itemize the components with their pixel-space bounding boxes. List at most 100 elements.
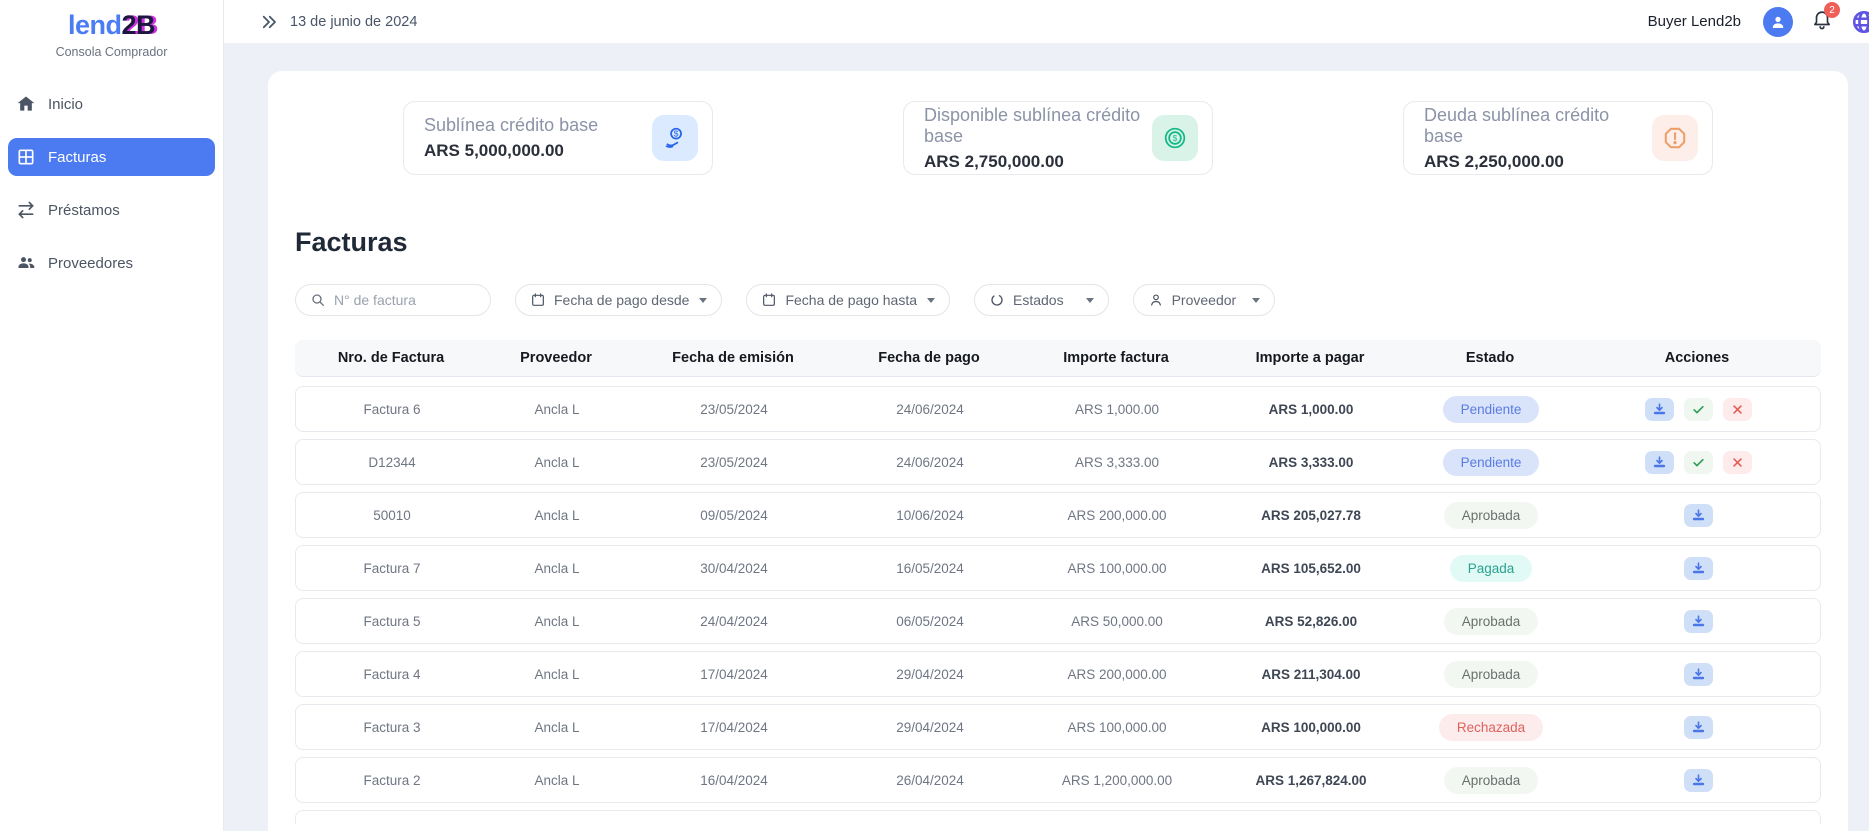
- approve-button[interactable]: [1684, 398, 1713, 421]
- topbar: 13 de junio de 2024 Buyer Lend2b 2: [224, 0, 1869, 44]
- download-button[interactable]: [1684, 610, 1713, 633]
- filter-label: Estados: [1013, 292, 1064, 308]
- download-button[interactable]: [1645, 451, 1674, 474]
- sidebar-menu: Inicio Facturas Préstamos Proveedores: [0, 85, 223, 282]
- download-icon: [1691, 773, 1706, 788]
- status-circle-icon: [989, 292, 1005, 308]
- status-badge: Aprobada: [1444, 502, 1539, 529]
- download-button[interactable]: [1645, 398, 1674, 421]
- payable-amount-cell: ARS 1,267,824.00: [1216, 773, 1406, 788]
- invoice-table-body: Factura 6 Ancla L 23/05/2024 24/06/2024 …: [295, 386, 1821, 824]
- filter-proveedor[interactable]: Proveedor: [1133, 284, 1276, 316]
- download-icon: [1691, 508, 1706, 523]
- status-badge: Pendiente: [1443, 449, 1540, 476]
- person-icon: [1769, 13, 1787, 31]
- column-header: Acciones: [1575, 350, 1819, 366]
- search-input[interactable]: [334, 292, 464, 308]
- sidebar-item-inicio[interactable]: Inicio: [8, 85, 215, 123]
- issue-date-cell: 23/05/2024: [626, 402, 842, 417]
- download-button[interactable]: [1684, 716, 1713, 739]
- brand-logo: lend2B Consola Comprador: [0, 0, 223, 59]
- approve-button[interactable]: [1684, 451, 1713, 474]
- row-actions: [1576, 504, 1820, 527]
- summary-card-debt: Deuda sublínea crédito base ARS 2,250,00…: [1403, 101, 1713, 175]
- row-actions: [1576, 610, 1820, 633]
- page-card: Sublínea crédito base ARS 5,000,000.00 $…: [268, 71, 1848, 831]
- reject-button[interactable]: [1723, 451, 1752, 474]
- due-date-cell: 24/06/2024: [842, 455, 1018, 470]
- current-date: 13 de junio de 2024: [290, 14, 417, 30]
- invoice-number-cell: Factura 2: [296, 773, 488, 788]
- column-header: Proveedor: [487, 350, 625, 366]
- invoice-number-cell: Factura 5: [296, 614, 488, 629]
- issue-date-cell: 23/05/2024: [626, 455, 842, 470]
- notifications-button[interactable]: 2: [1811, 8, 1833, 35]
- invoice-amount-cell: ARS 100,000.00: [1018, 720, 1216, 735]
- sidebar-item-proveedores[interactable]: Proveedores: [8, 244, 215, 282]
- provider-cell: Ancla L: [488, 720, 626, 735]
- row-actions: [1576, 557, 1820, 580]
- sidebar-item-prestamos[interactable]: Préstamos: [8, 191, 215, 229]
- table-header: Nro. de Factura Proveedor Fecha de emisi…: [295, 340, 1821, 377]
- sidebar-item-facturas[interactable]: Facturas: [8, 138, 215, 176]
- chevron-down-icon: [699, 298, 707, 303]
- issue-date-cell: 16/04/2024: [626, 773, 842, 788]
- summary-card-label: Sublínea crédito base: [424, 115, 652, 136]
- globe-icon[interactable]: [1851, 9, 1869, 35]
- invoice-number-cell: Factura 7: [296, 561, 488, 576]
- issue-date-cell: 09/05/2024: [626, 508, 842, 523]
- invoice-number-cell: D12344: [296, 455, 488, 470]
- download-button[interactable]: [1684, 504, 1713, 527]
- due-date-cell: 29/04/2024: [842, 667, 1018, 682]
- invoice-number-cell: Factura 4: [296, 667, 488, 682]
- sidebar-item-label: Facturas: [48, 149, 106, 166]
- user-name: Buyer Lend2b: [1648, 13, 1741, 30]
- reject-button[interactable]: [1723, 398, 1752, 421]
- summary-cards: Sublínea crédito base ARS 5,000,000.00 $…: [295, 101, 1821, 175]
- row-actions: [1576, 663, 1820, 686]
- brand-subtitle: Consola Comprador: [0, 45, 223, 59]
- filter-date-from[interactable]: Fecha de pago desde: [515, 284, 722, 316]
- chevron-down-icon: [927, 298, 935, 303]
- table-row: D12344 Ancla L 23/05/2024 24/06/2024 ARS…: [295, 439, 1821, 485]
- coins-icon: $: [1162, 125, 1188, 151]
- row-actions: [1576, 716, 1820, 739]
- user-avatar[interactable]: [1763, 7, 1793, 37]
- download-button[interactable]: [1684, 663, 1713, 686]
- column-header: Importe a pagar: [1215, 350, 1405, 366]
- filter-estados[interactable]: Estados: [974, 284, 1109, 316]
- check-icon: [1691, 402, 1706, 417]
- due-date-cell: 26/04/2024: [842, 773, 1018, 788]
- x-icon: [1730, 455, 1745, 470]
- download-icon: [1652, 402, 1667, 417]
- row-actions: [1576, 451, 1820, 474]
- provider-cell: Ancla L: [488, 667, 626, 682]
- double-chevron-right-icon[interactable]: [260, 13, 278, 31]
- check-icon: [1691, 455, 1706, 470]
- table-row: Factura 7 Ancla L 30/04/2024 16/05/2024 …: [295, 545, 1821, 591]
- filter-label: Fecha de pago desde: [554, 292, 689, 308]
- download-button[interactable]: [1684, 557, 1713, 580]
- people-icon: [16, 253, 36, 273]
- invoice-search[interactable]: [295, 284, 491, 316]
- row-actions: [1576, 398, 1820, 421]
- table-row: 50010 Ancla L 09/05/2024 10/06/2024 ARS …: [295, 492, 1821, 538]
- invoice-amount-cell: ARS 200,000.00: [1018, 508, 1216, 523]
- download-button[interactable]: [1684, 769, 1713, 792]
- provider-cell: Ancla L: [488, 561, 626, 576]
- status-badge: Pagada: [1450, 555, 1533, 582]
- column-header: Fecha de emisión: [625, 350, 841, 366]
- summary-card-value: ARS 2,250,000.00: [1424, 152, 1652, 172]
- issue-date-cell: 24/04/2024: [626, 614, 842, 629]
- download-icon: [1691, 667, 1706, 682]
- table-row-partial: [295, 810, 1821, 824]
- x-icon: [1730, 402, 1745, 417]
- invoice-amount-cell: ARS 3,333.00: [1018, 455, 1216, 470]
- section-title: Facturas: [295, 227, 1821, 258]
- table-row: Factura 5 Ancla L 24/04/2024 06/05/2024 …: [295, 598, 1821, 644]
- invoice-amount-cell: ARS 1,200,000.00: [1018, 773, 1216, 788]
- payable-amount-cell: ARS 105,652.00: [1216, 561, 1406, 576]
- filter-date-to[interactable]: Fecha de pago hasta: [746, 284, 950, 316]
- sidebar-item-label: Proveedores: [48, 255, 133, 272]
- column-header: Importe factura: [1017, 350, 1215, 366]
